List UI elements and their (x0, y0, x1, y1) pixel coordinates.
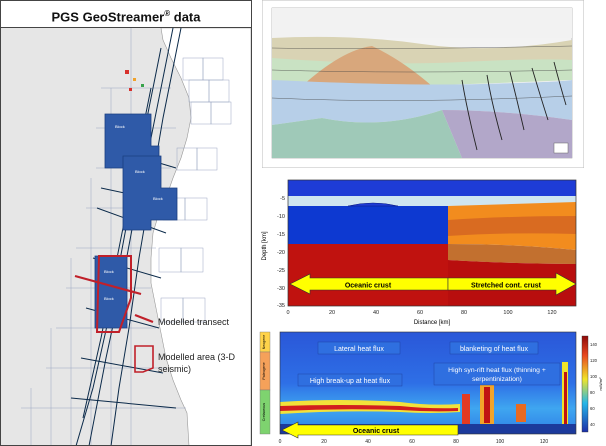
heat-x-tick: 20 (321, 439, 327, 445)
model-y-tick: -10 (277, 214, 285, 220)
model-x-tick: 0 (286, 310, 289, 316)
model-x-tick: 20 (329, 310, 335, 316)
model-x-tick: 120 (547, 310, 556, 316)
heat-x-tick: 40 (365, 439, 371, 445)
colorbar-unit: mW/m² (598, 377, 603, 391)
heat-oceanic-label: Oceanic crust (353, 428, 400, 435)
model-y-label: Depth [km] (262, 231, 268, 260)
label-blanketing: blanketing of heat flux (460, 346, 529, 353)
seismic-section (262, 0, 584, 168)
colorbar-tick: 120 (590, 358, 598, 363)
heat-x-tick: 0 (279, 439, 282, 445)
oceanic-crust-label: Oceanic crust (345, 283, 392, 290)
strat-neogene: Neogene (262, 335, 266, 350)
colorbar-tick: 140 (590, 342, 598, 347)
colorbar-tick: 40 (590, 422, 595, 427)
label-synrift-line1: High syn-rift heat flux (thinning + (448, 367, 546, 374)
label-breakup: High break-up at heat flux (310, 378, 391, 385)
colorbar-tick: 60 (590, 406, 595, 411)
model-x-label: Distance [km] (414, 320, 451, 326)
svg-text:Block: Block (153, 196, 163, 201)
model-y-tick: -20 (277, 250, 285, 256)
heat-x-tick: 60 (409, 439, 415, 445)
model-x-tick: 60 (417, 310, 423, 316)
survey-map: Block Block Block Block Block (1, 28, 251, 445)
model-y-tick: -30 (277, 286, 285, 292)
model-x-tick: 40 (373, 310, 379, 316)
heat-x-tick: 120 (540, 439, 549, 445)
legend-area-label: Modelled area (3-D seismic) (158, 352, 236, 374)
svg-text:Block: Block (135, 169, 145, 174)
model-y-tick: -25 (277, 268, 285, 274)
model-y-tick: -5 (280, 196, 285, 202)
map-title: PGS GeoStreamer® data (1, 1, 251, 28)
heat-flux-plot: Neogene Paleogene Cretaceous Lateral hea… (258, 330, 606, 446)
heat-x-tick: 100 (496, 439, 505, 445)
svg-text:Block: Block (115, 124, 125, 129)
colorbar-tick: 100 (590, 374, 598, 379)
strat-paleogene: Paleogene (262, 362, 266, 379)
map-panel: PGS GeoStreamer® data Block Block Block … (0, 0, 252, 446)
heat-colorbar (581, 335, 589, 433)
heat-x-tick: 80 (453, 439, 459, 445)
colorbar-tick: 80 (590, 390, 595, 395)
model-y-tick: -15 (277, 232, 285, 238)
model-y-tick: -35 (277, 303, 285, 309)
label-synrift-line2: serpentinization) (472, 376, 522, 383)
model-x-tick: 100 (503, 310, 512, 316)
stretched-crust-label: Stretched cont. crust (471, 283, 542, 290)
crustal-model: Depth [km] -5 -10 -15 -20 -25 -30 -35 0 … (258, 176, 584, 328)
legend-transect-label: Modelled transect (158, 317, 230, 327)
svg-text:Block: Block (104, 296, 114, 301)
strat-cretaceous: Cretaceous (262, 403, 266, 422)
svg-text:Block: Block (104, 269, 114, 274)
label-lateral-heat-flux: Lateral heat flux (334, 346, 384, 353)
model-x-tick: 80 (461, 310, 467, 316)
